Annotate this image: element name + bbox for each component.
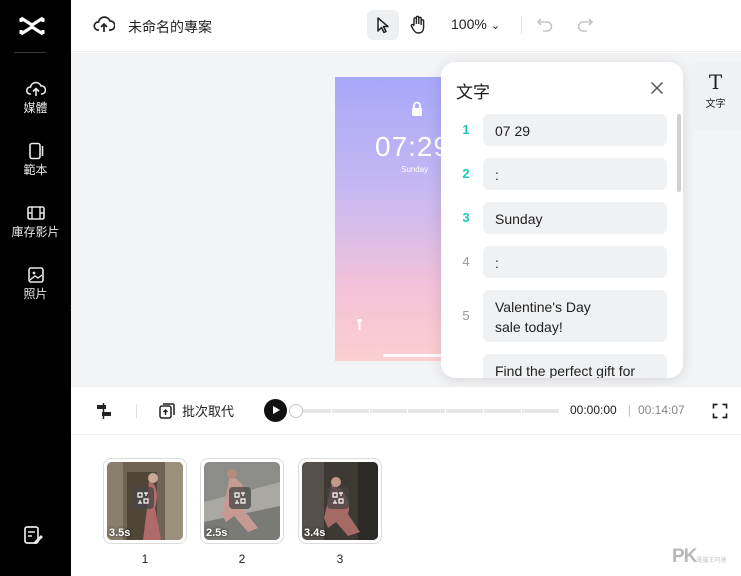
track-segment-divider (369, 409, 370, 413)
playhead-handle[interactable] (289, 404, 303, 418)
fullscreen-icon[interactable] (712, 403, 728, 419)
clip-number: 3 (336, 552, 344, 566)
cloud-upload-icon (25, 81, 46, 96)
divider (136, 404, 137, 418)
text-field[interactable]: Find the perfect gift for (483, 354, 667, 378)
project-title[interactable]: 未命名的專案 (128, 17, 212, 37)
sidebar-item-photos[interactable]: 照片 (0, 266, 71, 301)
playback-progress-track[interactable] (293, 409, 559, 413)
row-index: 2 (462, 166, 470, 181)
text-field[interactable]: Valentine's Day sale today! (483, 290, 667, 342)
replace-media-icon[interactable] (229, 487, 251, 509)
text-field[interactable]: 07 29 (483, 114, 667, 146)
text-icon: T (708, 70, 723, 94)
cloud-upload-icon[interactable] (93, 14, 115, 34)
sidebar-item-label: 照片 (23, 287, 48, 301)
align-icon[interactable] (95, 402, 113, 420)
close-icon[interactable] (650, 81, 664, 95)
clip-number: 2 (238, 552, 246, 566)
replace-media-icon[interactable] (132, 487, 154, 509)
track-segment-divider (521, 409, 522, 413)
image-icon (27, 267, 44, 283)
preview-day-text[interactable]: Sunday (401, 165, 428, 174)
row-index: 3 (462, 210, 470, 225)
clip-number: 1 (141, 552, 149, 566)
flashlight-icon (357, 319, 362, 330)
hand-icon (410, 15, 425, 34)
film-icon (26, 206, 45, 220)
play-button[interactable] (264, 399, 287, 422)
zoom-dropdown[interactable]: 100% ⌄ (451, 16, 500, 32)
text-tab-label: 文字 (705, 99, 726, 110)
track-segment-divider (407, 409, 408, 413)
sidebar-item-label: 媒體 (23, 101, 48, 115)
row-index: 1 (462, 122, 470, 137)
redo-icon[interactable] (576, 15, 594, 33)
watermark-subtext: 電腦王阿達 (696, 558, 727, 564)
row-index: 5 (462, 308, 470, 323)
text-field[interactable]: : (483, 246, 667, 278)
replace-icon (159, 402, 175, 419)
sidebar-item-templates[interactable]: 範本 (0, 142, 71, 177)
capcut-logo[interactable] (18, 12, 46, 40)
text-field[interactable]: Sunday (483, 202, 667, 234)
timeline-clip[interactable]: 2.5s (200, 458, 284, 544)
row-index: 4 (462, 254, 470, 269)
track-segment-divider (445, 409, 446, 413)
track-segment-divider (483, 409, 484, 413)
edit-note-icon[interactable] (22, 524, 44, 546)
replace-media-icon[interactable] (327, 487, 349, 509)
current-time: 00:00:00 (570, 403, 617, 417)
timeline: 3.5s 1 2.5s 2 3.4s 3 (71, 436, 741, 576)
undo-icon[interactable] (536, 15, 554, 33)
sidebar-item-label: 庫存影片 (11, 225, 60, 239)
template-icon (28, 142, 43, 160)
total-duration: 00:14:07 (638, 403, 685, 417)
batch-replace-label: 批次取代 (182, 404, 235, 419)
preview-time-text[interactable]: 07:29 (375, 131, 450, 163)
top-toolbar: 未命名的專案 100% ⌄ (71, 0, 741, 52)
sidebar-divider (14, 52, 46, 53)
time-separator: | (628, 403, 632, 417)
clip-duration: 2.5s (206, 527, 228, 539)
chevron-down-icon: ⌄ (490, 20, 501, 32)
track-segment-divider (331, 409, 332, 413)
hand-tool-button[interactable] (402, 10, 434, 40)
text-tab[interactable]: T 文字 (690, 62, 741, 130)
sidebar-item-media[interactable]: 媒體 (0, 80, 71, 115)
select-tool-button[interactable] (367, 10, 399, 40)
text-panel: 文字 1 07 29 2 : 3 Sunday 4 : 5 Valentine'… (441, 62, 683, 378)
watermark-logo: PK電腦王阿達 (672, 546, 726, 568)
panel-scrollbar[interactable] (677, 114, 681, 192)
clip-duration: 3.5s (109, 527, 131, 539)
divider (521, 16, 522, 34)
left-sidebar: 媒體 範本 庫存影片 照片 (0, 0, 71, 576)
watermark-text: PK (672, 546, 697, 567)
batch-replace-button[interactable]: 批次取代 (158, 401, 234, 420)
timeline-clip[interactable]: 3.4s (298, 458, 382, 544)
player-bar: 批次取代 00:00:00 | 00:14:07 (71, 387, 741, 435)
zoom-level: 100% (451, 16, 487, 32)
timeline-clip[interactable]: 3.5s (103, 458, 187, 544)
panel-title: 文字 (456, 83, 490, 102)
text-field[interactable]: : (483, 158, 667, 190)
clip-duration: 3.4s (304, 527, 326, 539)
lock-icon (412, 101, 422, 116)
cursor-icon (377, 17, 389, 34)
sidebar-item-label: 範本 (23, 163, 48, 177)
sidebar-item-stock-video[interactable]: 庫存影片 (0, 204, 71, 239)
